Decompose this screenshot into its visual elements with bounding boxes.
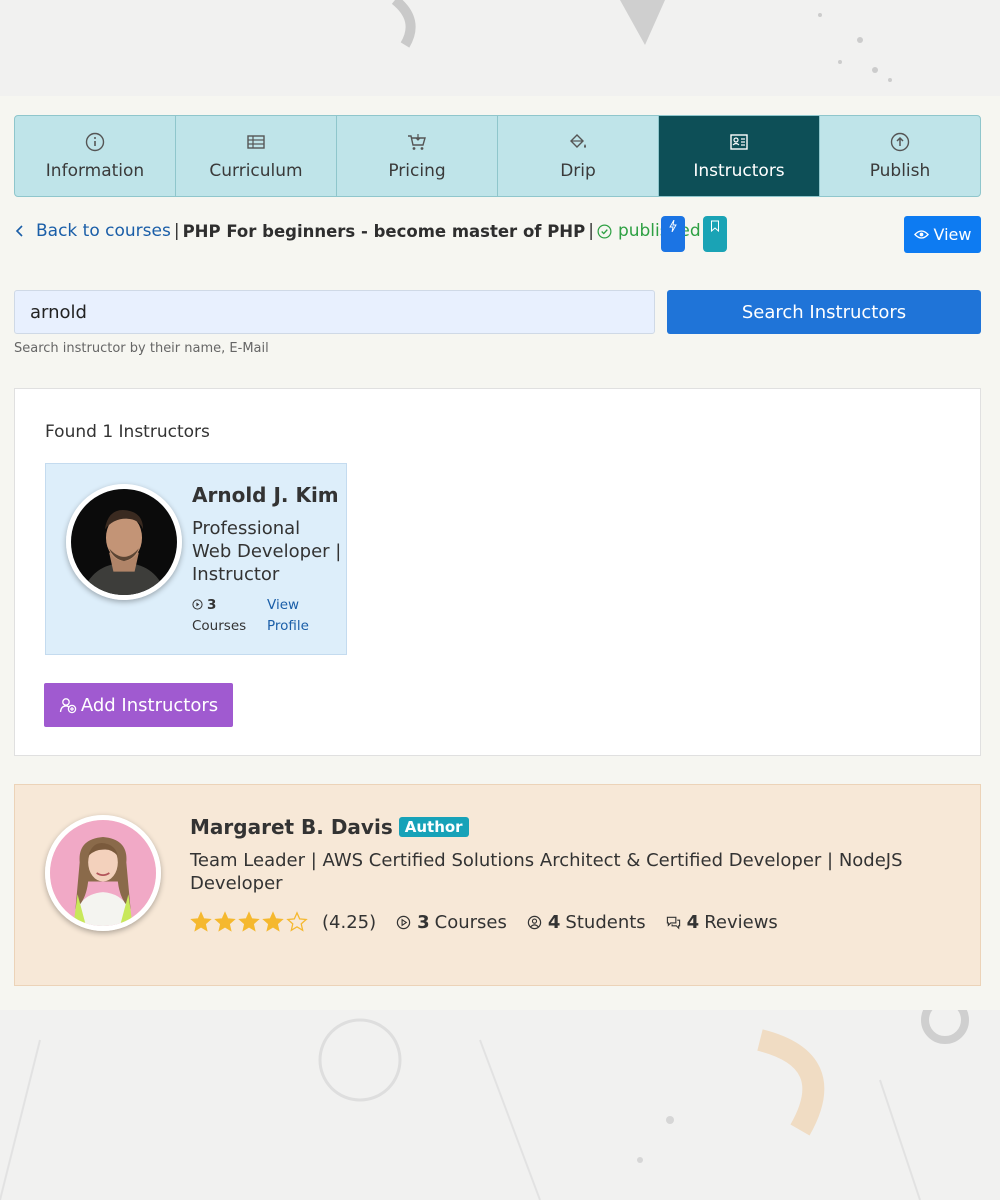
tab-drip[interactable]: Drip [498,116,659,196]
chat-icon [666,916,680,929]
tab-publish[interactable]: Publish [820,116,980,196]
view-button[interactable]: View [904,216,981,253]
author-card: Margaret B. Davis Author Team Leader | A… [14,784,981,986]
info-icon [85,132,105,151]
author-reviews-label: Reviews [704,911,778,933]
search-hint: Search instructor by their name, E-Mail [14,341,269,356]
bolt-icon [669,220,677,232]
upload-icon [890,132,910,151]
back-label: Back to courses [36,221,171,241]
author-badge: Author [398,817,469,837]
tab-label: Publish [869,160,931,181]
courses-count: 3 [207,597,217,613]
breadcrumb-separator: | [173,221,180,241]
avatar [66,484,182,600]
author-courses: 3 Courses [396,912,507,933]
tab-information[interactable]: Information [15,116,176,196]
author-courses-count: 3 [417,911,430,933]
author-reviews: 4 Reviews [666,912,778,933]
breadcrumb-separator: | [588,221,594,241]
add-user-icon [59,698,77,714]
instructor-name: Arnold J. Kim [192,483,339,507]
rating-text: (4.25) [322,911,377,933]
author-courses-label: Courses [434,911,507,933]
status-label: published [617,221,701,241]
tab-label: Pricing [388,160,446,181]
tab-label: Information [45,160,145,181]
author-name: Margaret B. Davis Author [190,815,469,839]
play-circle-icon [192,599,203,610]
eye-icon [913,230,929,239]
search-input[interactable] [14,290,655,334]
search-results-card: Found 1 Instructors Arnold J. Kim Profes… [14,388,981,756]
course-title: PHP For beginners - become master of PHP [182,221,586,241]
star-filled-icon [238,911,260,932]
author-name-text: Margaret B. Davis [190,815,393,839]
author-reviews-count: 4 [686,911,700,933]
tab-label: Instructors [693,160,785,181]
tab-label: Drip [560,160,596,181]
status-badge: published [597,221,701,241]
view-profile-link[interactable]: View Profile [267,595,327,637]
check-circle-icon [597,224,612,238]
author-stats: (4.25) 3 Courses 4 Students 4 Reviews [190,911,798,933]
add-instructors-label: Add Instructors [80,694,219,716]
search-instructors-button[interactable]: Search Instructors [667,290,981,334]
play-circle-icon [396,915,411,929]
rating-stars [190,911,310,933]
cart-icon [408,133,426,150]
star-filled-icon [262,911,284,932]
author-bio: Team Leader | AWS Certified Solutions Ar… [190,850,903,894]
star-filled-icon [214,911,236,932]
add-instructors-button[interactable]: Add Instructors [44,683,233,727]
tab-label: Curriculum [209,160,303,181]
author-students-count: 4 [547,911,561,933]
flash-button[interactable] [661,216,685,252]
back-to-courses-link[interactable]: Back to courses [14,221,171,241]
tab-instructors[interactable]: Instructors [659,116,820,196]
bookmark-icon [711,220,719,232]
tab-pricing[interactable]: Pricing [337,116,498,196]
courses-label: Courses [192,618,247,634]
avatar-image [50,820,156,926]
tab-curriculum[interactable]: Curriculum [176,116,337,196]
id-card-icon [730,133,748,150]
bookmark-button[interactable] [703,216,727,252]
instructor-courses: 3 Courses [192,595,246,637]
author-students: 4 Students [527,912,646,933]
user-circle-icon [527,915,542,929]
course-tabs: Information Curriculum Pricing Drip Inst… [14,115,981,197]
instructor-card[interactable]: Arnold J. Kim Professional Web Developer… [45,463,347,655]
view-label: View [933,225,972,244]
star-filled-icon [190,911,212,932]
instructor-role: Professional Web Developer | Instructor [192,518,342,585]
list-icon [247,134,265,149]
paint-bucket-icon [570,133,586,148]
breadcrumb: Back to courses | PHP For beginners - be… [14,216,701,246]
author-students-label: Students [565,911,646,933]
results-count: Found 1 Instructors [45,422,210,442]
star-empty-icon [286,911,308,932]
avatar [45,815,161,931]
avatar-image [71,489,177,595]
chevron-left-icon [15,225,23,237]
